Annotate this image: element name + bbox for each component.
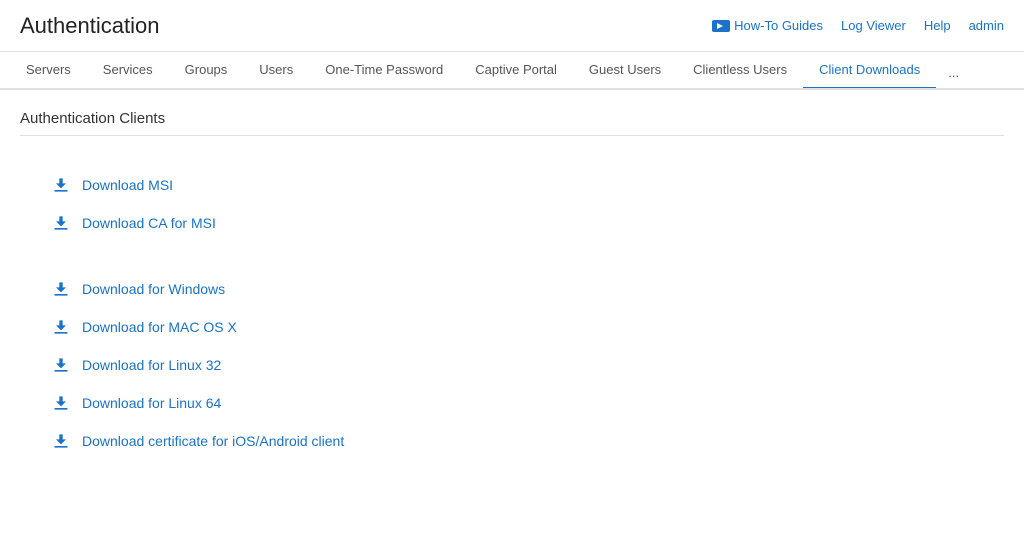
download-item-mac[interactable]: Download for MAC OS X (50, 308, 974, 346)
download-windows-link[interactable]: Download for Windows (82, 281, 225, 297)
download-ca-msi-link[interactable]: Download CA for MSI (82, 215, 216, 231)
download-group-2: Download for Windows Download for MAC OS… (50, 270, 974, 460)
main-content: Authentication Clients Download MSI (0, 90, 1024, 500)
download-icon (50, 430, 72, 452)
download-item-linux64[interactable]: Download for Linux 64 (50, 384, 974, 422)
download-icon (50, 316, 72, 338)
download-icon (50, 278, 72, 300)
download-msi-link[interactable]: Download MSI (82, 177, 173, 193)
video-icon (712, 20, 730, 32)
help-link[interactable]: Help (924, 18, 951, 33)
download-item-msi[interactable]: Download MSI (50, 166, 974, 204)
download-icon (50, 392, 72, 414)
section-title: Authentication Clients (20, 110, 1004, 136)
download-list: Download MSI Download CA for MSI (20, 156, 1004, 480)
tab-guest-users[interactable]: Guest Users (573, 52, 677, 90)
app-header: Authentication How-To Guides Log Viewer … (0, 0, 1024, 52)
divider (50, 252, 974, 270)
tab-clientless-users[interactable]: Clientless Users (677, 52, 803, 90)
admin-link[interactable]: admin (969, 18, 1004, 33)
tab-groups[interactable]: Groups (169, 52, 244, 90)
how-to-guides-link[interactable]: How-To Guides (712, 18, 823, 33)
download-icon (50, 354, 72, 376)
tab-services[interactable]: Services (87, 52, 169, 90)
download-group-1: Download MSI Download CA for MSI (50, 166, 974, 242)
log-viewer-link[interactable]: Log Viewer (841, 18, 906, 33)
tabs-bar: Servers Services Groups Users One-Time P… (0, 52, 1024, 90)
download-item-ca-msi[interactable]: Download CA for MSI (50, 204, 974, 242)
download-item-ios-android[interactable]: Download certificate for iOS/Android cli… (50, 422, 974, 460)
download-linux32-link[interactable]: Download for Linux 32 (82, 357, 221, 373)
download-icon (50, 212, 72, 234)
tab-one-time-password[interactable]: One-Time Password (309, 52, 459, 90)
download-mac-link[interactable]: Download for MAC OS X (82, 319, 237, 335)
download-item-linux32[interactable]: Download for Linux 32 (50, 346, 974, 384)
header-navigation: How-To Guides Log Viewer Help admin (712, 18, 1004, 33)
download-ios-android-link[interactable]: Download certificate for iOS/Android cli… (82, 433, 344, 449)
tab-client-downloads[interactable]: Client Downloads (803, 52, 936, 90)
tab-servers[interactable]: Servers (10, 52, 87, 90)
download-item-windows[interactable]: Download for Windows (50, 270, 974, 308)
tab-users[interactable]: Users (243, 52, 309, 90)
tab-more[interactable]: ... (936, 55, 971, 90)
download-icon (50, 174, 72, 196)
tab-captive-portal[interactable]: Captive Portal (459, 52, 573, 90)
download-linux64-link[interactable]: Download for Linux 64 (82, 395, 221, 411)
page-title: Authentication (20, 13, 159, 39)
